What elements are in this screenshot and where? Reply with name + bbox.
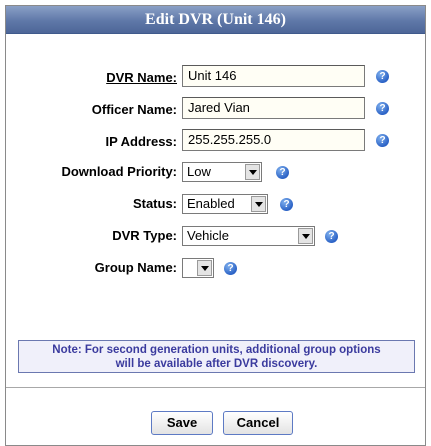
dvr-type-select[interactable]: Vehicle — [182, 226, 315, 246]
ip-address-input[interactable]: 255.255.255.0 — [182, 129, 365, 151]
cancel-button[interactable]: Cancel — [223, 411, 293, 435]
download-priority-value: Low — [187, 164, 211, 179]
status-label: Status: — [132, 196, 177, 211]
help-icon[interactable]: ? — [276, 166, 289, 179]
edit-dvr-dialog: Edit DVR (Unit 146) DVR Name: Unit 146 ?… — [5, 5, 426, 446]
dvr-type-label: DVR Type: — [112, 228, 177, 243]
status-value: Enabled — [187, 196, 235, 211]
chevron-down-icon[interactable] — [251, 196, 266, 212]
note-line-1: Note: For second generation units, addit… — [52, 344, 381, 356]
note-line-2: will be available after DVR discovery. — [115, 358, 318, 370]
download-priority-label: Download Priority: — [61, 164, 177, 179]
officer-name-input[interactable]: Jared Vian — [182, 97, 365, 119]
chevron-down-icon[interactable] — [298, 228, 313, 244]
divider — [6, 387, 425, 388]
dialog-title: Edit DVR (Unit 146) — [6, 6, 425, 34]
ip-address-label: IP Address: — [105, 134, 177, 149]
help-icon[interactable]: ? — [325, 230, 338, 243]
download-priority-select[interactable]: Low — [182, 162, 262, 182]
group-name-select[interactable] — [182, 258, 214, 278]
dvr-name-label[interactable]: DVR Name: — [106, 70, 177, 86]
dvr-type-value: Vehicle — [187, 228, 229, 243]
save-button[interactable]: Save — [151, 411, 213, 435]
status-select[interactable]: Enabled — [182, 194, 268, 214]
chevron-down-icon[interactable] — [197, 260, 212, 276]
discovery-note: Note: For second generation units, addit… — [18, 340, 415, 373]
help-icon[interactable]: ? — [224, 262, 237, 275]
officer-name-label: Officer Name: — [91, 102, 177, 117]
help-icon[interactable]: ? — [280, 198, 293, 211]
help-icon[interactable]: ? — [376, 102, 389, 115]
help-icon[interactable]: ? — [376, 70, 389, 83]
help-icon[interactable]: ? — [376, 134, 389, 147]
chevron-down-icon[interactable] — [245, 164, 260, 180]
group-name-label: Group Name: — [94, 260, 177, 275]
dvr-name-input[interactable]: Unit 146 — [182, 65, 365, 87]
